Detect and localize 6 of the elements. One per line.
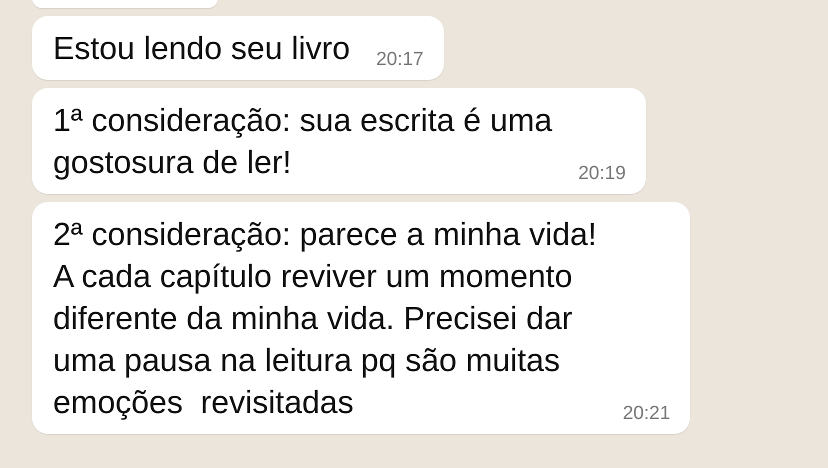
message-time: 20:17 <box>376 49 424 71</box>
message-time: 20:21 <box>622 403 670 425</box>
message-text: 2ª consideração: parece a minha vida! A cada capítulo reviver um momento diferente da minha vida. Precisei dar uma pausa na leitura pq são muitas emoções revisitadas <box>53 215 597 422</box>
message-text: 1ª consideração: sua escrita é uma gostosura de ler! <box>53 101 552 182</box>
message-time: 20:19 <box>578 163 626 185</box>
message-text: Estou lendo seu livro <box>53 29 350 68</box>
